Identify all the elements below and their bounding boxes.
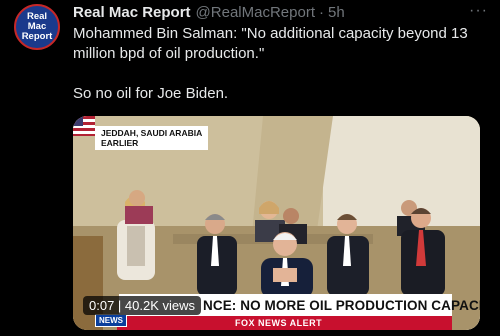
us-flag-icon bbox=[73, 116, 95, 136]
news-channel-logo: NEWS bbox=[95, 314, 127, 327]
user-handle[interactable]: @RealMacReport bbox=[196, 4, 315, 21]
timestamp[interactable]: 5h bbox=[328, 4, 345, 21]
video-player[interactable]: JEDDAH, SAUDI ARABIA EARLIER NCE: NO MOR… bbox=[73, 116, 480, 330]
avatar[interactable]: Real Mac Report bbox=[14, 4, 60, 50]
tweet-text-paragraph-2: So no oil for Joe Biden. bbox=[73, 85, 229, 102]
tweet-text: Mohammed Bin Salman: "No additional capa… bbox=[73, 24, 483, 104]
location-tag: JEDDAH, SAUDI ARABIA EARLIER bbox=[95, 126, 209, 150]
video-timer-views: 0:07 | 40.2K views bbox=[83, 296, 201, 315]
news-alert-text: FOX NEWS ALERT bbox=[235, 318, 323, 328]
avatar-text-line3: Report bbox=[21, 31, 53, 42]
tweet-header: Real Mac Report @RealMacReport · 5h bbox=[73, 4, 472, 21]
location-line-2: EARLIER bbox=[101, 138, 139, 148]
display-name[interactable]: Real Mac Report bbox=[73, 4, 191, 21]
headline-text: NCE: NO MORE OIL PRODUCTION CAPACITY bbox=[203, 297, 480, 313]
news-alert-bar: FOX NEWS ALERT bbox=[117, 316, 452, 330]
header-separator: · bbox=[318, 4, 324, 21]
tweet-text-paragraph-1: Mohammed Bin Salman: "No additional capa… bbox=[73, 25, 468, 62]
location-line-1: JEDDAH, SAUDI ARABIA bbox=[101, 128, 203, 138]
tweet[interactable]: Real Mac Report Real Mac Report @RealMac… bbox=[0, 0, 500, 336]
more-options-icon[interactable]: ··· bbox=[469, 2, 488, 20]
